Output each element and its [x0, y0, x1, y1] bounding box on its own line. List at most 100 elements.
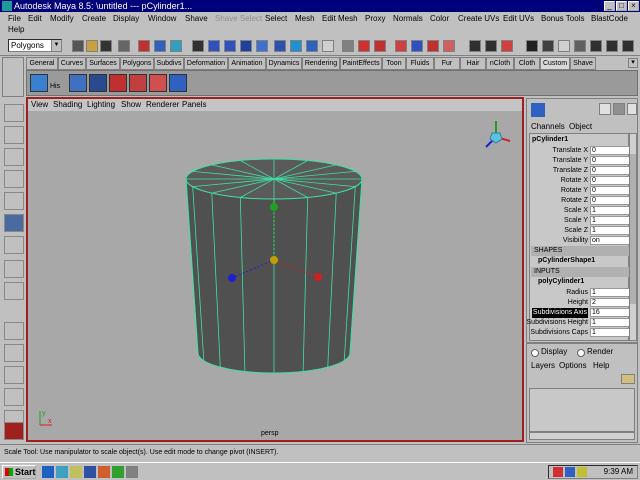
start-button[interactable]: Start — [2, 465, 36, 479]
menu-edit-uvs[interactable]: Edit UVs — [503, 14, 534, 23]
new-scene-icon[interactable] — [72, 40, 84, 52]
menu-normals[interactable]: Normals — [393, 14, 423, 23]
channel-row[interactable]: Subdivisions Axis 16 — [531, 308, 636, 318]
display-radio[interactable] — [531, 349, 539, 357]
lasso-tool-icon[interactable] — [4, 126, 24, 144]
object-menu[interactable]: Object — [569, 122, 592, 131]
quicklaunch-ie-icon[interactable] — [42, 466, 54, 478]
quicklaunch-outlook-icon[interactable] — [84, 466, 96, 478]
tool3-shelf-icon[interactable] — [169, 74, 187, 92]
move-tool-icon[interactable] — [4, 170, 24, 188]
close-button[interactable]: × — [628, 1, 639, 11]
menu-mesh[interactable]: Mesh — [295, 14, 315, 23]
show-manipulator-icon[interactable] — [4, 282, 24, 300]
shelf-tab-custom[interactable]: Custom — [540, 57, 570, 70]
channel-name[interactable]: Subdivisions Height — [527, 318, 588, 328]
channel-value-field[interactable]: 1 — [590, 206, 634, 215]
open-scene-icon[interactable] — [86, 40, 98, 52]
menu-proxy[interactable]: Proxy — [365, 14, 385, 23]
select-mask-icon[interactable] — [170, 40, 182, 52]
shelf-tab-dynamics[interactable]: Dynamics — [266, 57, 302, 70]
channel-value-field[interactable]: 0 — [590, 166, 634, 175]
layout-d-icon[interactable] — [622, 40, 634, 52]
channel-value-field[interactable]: 0 — [590, 146, 634, 155]
channel-row[interactable]: Translate X0 — [532, 146, 636, 156]
select-hierarchy-icon[interactable] — [118, 40, 130, 52]
shelf-tab-menu-icon[interactable]: ▾ — [628, 58, 638, 68]
channel-name[interactable]: Subdivisions Axis — [531, 308, 588, 318]
snap-curve-icon[interactable] — [208, 40, 220, 52]
lock-icon[interactable] — [358, 40, 370, 52]
select-tool-icon[interactable] — [4, 104, 24, 122]
channel-row[interactable]: Translate Z0 — [532, 166, 636, 176]
channel-row[interactable]: Height 2 — [532, 298, 636, 308]
channel-name[interactable]: Translate Y — [553, 156, 588, 166]
object-name[interactable]: pCylinder1 — [532, 136, 568, 143]
channel-value-field[interactable]: 0 — [590, 196, 634, 205]
channel-row[interactable]: Scale Y1 — [532, 216, 636, 226]
menu-help[interactable]: Help — [8, 25, 24, 34]
layers-menu[interactable]: Layers — [531, 361, 555, 370]
channel-row[interactable]: Scale Z1 — [532, 226, 636, 236]
quicklaunch-misc-icon[interactable] — [126, 466, 138, 478]
menu-create[interactable]: Create — [82, 14, 106, 23]
new-layer-icon[interactable] — [621, 374, 635, 384]
shelf-tab-deformation[interactable]: Deformation — [184, 57, 228, 70]
channel-name[interactable]: Translate X — [552, 146, 588, 156]
shelf-tab-surfaces[interactable]: Surfaces — [86, 57, 120, 70]
menu-edit[interactable]: Edit — [28, 14, 42, 23]
two-pane-layout-icon[interactable] — [4, 366, 24, 384]
channel-name[interactable]: Scale Y — [564, 216, 588, 226]
rotate-tool-icon[interactable] — [4, 192, 24, 210]
cylinder-shelf-icon[interactable] — [89, 74, 107, 92]
shelf-tab-shave[interactable]: Shave — [570, 57, 596, 70]
channel-row[interactable]: Subdivisions Caps 1 — [530, 328, 636, 338]
channel-row[interactable]: Scale X1 — [532, 206, 636, 216]
show-tool-settings-icon[interactable] — [542, 40, 554, 52]
paint-select-tool-icon[interactable] — [4, 148, 24, 166]
snap-plane-icon[interactable] — [240, 40, 252, 52]
channel-value-field[interactable]: 1 — [590, 288, 634, 297]
quicklaunch-desktop-icon[interactable] — [56, 466, 68, 478]
four-pane-layout-icon[interactable] — [4, 344, 24, 362]
cube-shelf-icon[interactable] — [69, 74, 87, 92]
tool-d-icon[interactable] — [443, 40, 455, 52]
tray-volume-icon[interactable] — [577, 467, 587, 477]
menu-shave[interactable]: Shave — [185, 14, 208, 23]
render-settings-icon[interactable] — [322, 40, 334, 52]
channel-row[interactable]: Rotate Y0 — [532, 186, 636, 196]
shelf-tab-cloth[interactable]: Cloth — [514, 57, 540, 70]
layout-c-icon[interactable] — [606, 40, 618, 52]
shelf-tab-general[interactable]: General — [26, 57, 58, 70]
layer-list[interactable] — [529, 388, 635, 432]
layout-b-icon[interactable] — [590, 40, 602, 52]
channel-value-field[interactable]: 1 — [590, 328, 634, 337]
script-shelf-icon[interactable] — [109, 74, 127, 92]
shape-name[interactable]: pCylinderShape1 — [538, 257, 595, 264]
channel-layer-icon[interactable] — [627, 103, 637, 115]
channel-value-field[interactable]: 2 — [590, 298, 634, 307]
menu-blastcode[interactable]: BlastCode — [591, 14, 628, 23]
panel-a-icon[interactable] — [469, 40, 481, 52]
channel-value-field[interactable]: 0 — [590, 176, 634, 185]
viewport-menu-shading[interactable]: Shading — [53, 99, 82, 111]
render-icon[interactable] — [290, 40, 302, 52]
maximize-button[interactable]: □ — [616, 1, 627, 11]
select-by-component-icon[interactable] — [154, 40, 166, 52]
menu-modify[interactable]: Modify — [50, 14, 74, 23]
channel-value-field[interactable]: 0 — [590, 186, 634, 195]
channel-name[interactable]: Rotate Z — [561, 196, 588, 206]
custom-layout-icon[interactable] — [4, 422, 24, 440]
menu-shave-select[interactable]: Shave Select — [215, 14, 262, 23]
shelf-tab-hair[interactable]: Hair — [460, 57, 486, 70]
viewport-menu-renderer[interactable]: Renderer — [146, 99, 179, 111]
menu-create-uvs[interactable]: Create UVs — [458, 14, 499, 23]
camera-icon[interactable] — [342, 40, 354, 52]
channel-value-field[interactable]: on — [590, 236, 634, 245]
channel-row[interactable]: Visibility on — [532, 236, 636, 246]
channel-value-field[interactable]: 0 — [590, 156, 634, 165]
channel-name[interactable]: Radius — [566, 288, 588, 298]
channel-value-field[interactable]: 16 — [590, 308, 634, 317]
viewport-menu-panels[interactable]: Panels — [182, 99, 206, 111]
shelf-menu-button[interactable] — [2, 57, 24, 97]
